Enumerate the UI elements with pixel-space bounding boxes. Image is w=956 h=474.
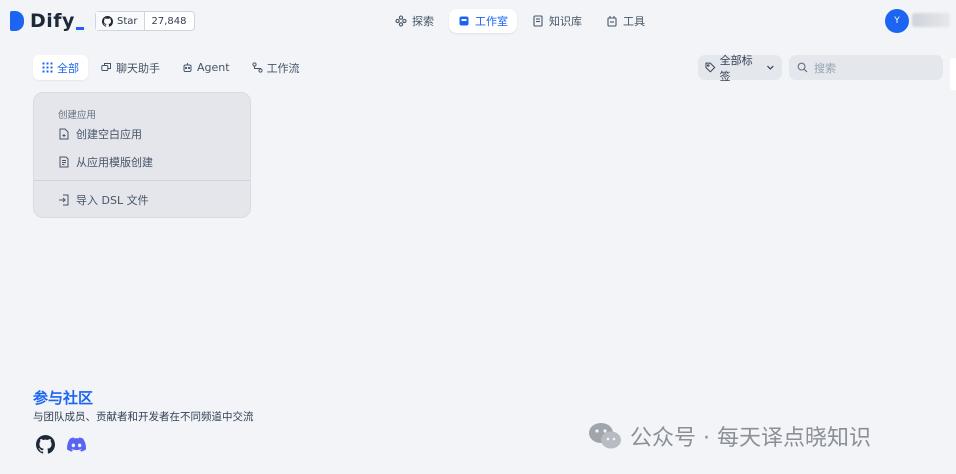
community-description: 与团队成员、贡献者和开发者在不同频道中交流 bbox=[33, 411, 254, 423]
grid-icon bbox=[42, 62, 53, 73]
tag-filter-label: 全部标签 bbox=[719, 53, 753, 83]
knowledge-icon bbox=[532, 15, 544, 27]
create-blank-app-label: 创建空白应用 bbox=[76, 128, 142, 141]
import-dsl-button[interactable]: 导入 DSL 文件 bbox=[58, 190, 149, 210]
create-card-divider bbox=[34, 180, 250, 181]
create-from-template-button[interactable]: 从应用模版创建 bbox=[58, 152, 153, 172]
scrollbar-edge[interactable] bbox=[950, 58, 956, 90]
tab-all[interactable]: 全部 bbox=[33, 55, 88, 80]
import-icon bbox=[59, 194, 69, 206]
search-icon bbox=[797, 62, 808, 73]
nav-explore[interactable]: 探索 bbox=[386, 9, 443, 33]
tab-all-label: 全部 bbox=[57, 61, 79, 75]
create-app-card: 创建应用 创建空白应用 从应用模版创建 导入 DSL 文件 bbox=[33, 92, 251, 218]
nav-studio[interactable]: 工作室 bbox=[449, 9, 517, 33]
tab-workflow-label: 工作流 bbox=[266, 61, 300, 75]
create-blank-app-button[interactable]: 创建空白应用 bbox=[58, 124, 142, 144]
user-name-blurred[interactable] bbox=[912, 13, 950, 27]
wechat-icon bbox=[589, 423, 621, 449]
workflow-icon bbox=[251, 62, 263, 73]
create-app-title: 创建应用 bbox=[58, 110, 97, 121]
tab-chat-assistant[interactable]: 聊天助手 bbox=[92, 55, 169, 80]
search-input[interactable]: 搜索 bbox=[789, 55, 943, 80]
agent-icon bbox=[183, 63, 192, 72]
app-type-tabs: 全部 聊天助手 Agent 工作流 bbox=[33, 55, 309, 80]
chat-assistant-icon bbox=[101, 63, 111, 71]
studio-icon bbox=[458, 15, 470, 27]
watermark-text: 公众号 · 每天译点晓知识 bbox=[630, 426, 871, 451]
nav-tools[interactable]: 工具 bbox=[597, 9, 654, 33]
tab-agent-label: Agent bbox=[197, 61, 230, 74]
top-header: Dify Star 27,848 探索 工作室 知识库 工具 Y bbox=[0, 0, 956, 42]
nav-studio-label: 工作室 bbox=[475, 15, 508, 28]
github-star-count[interactable]: 27,848 bbox=[145, 12, 194, 30]
discord-icon bbox=[66, 436, 86, 452]
tag-icon bbox=[705, 62, 716, 73]
main-nav: 探索 工作室 知识库 工具 bbox=[386, 9, 654, 33]
blank-file-icon bbox=[59, 128, 69, 140]
github-star-label: Star bbox=[117, 15, 138, 27]
nav-knowledge[interactable]: 知识库 bbox=[523, 9, 591, 33]
community-title: 参与社区 bbox=[33, 389, 94, 407]
tab-workflow[interactable]: 工作流 bbox=[243, 55, 309, 80]
app-page: Dify Star 27,848 探索 工作室 知识库 工具 Y 全部 聊天助手… bbox=[0, 0, 956, 474]
tab-agent[interactable]: Agent bbox=[173, 55, 239, 80]
wechat-watermark: 公众号 · 每天译点晓知识 bbox=[588, 420, 871, 452]
search-placeholder: 搜索 bbox=[814, 61, 836, 75]
explore-icon bbox=[395, 15, 407, 27]
import-dsl-label: 导入 DSL 文件 bbox=[76, 194, 149, 207]
nav-tools-label: 工具 bbox=[623, 15, 645, 28]
github-icon bbox=[102, 15, 113, 27]
github-star-button[interactable]: Star bbox=[96, 12, 145, 30]
nav-explore-label: 探索 bbox=[412, 15, 434, 28]
create-from-template-label: 从应用模版创建 bbox=[76, 156, 153, 169]
user-avatar[interactable]: Y bbox=[885, 9, 909, 33]
github-icon bbox=[35, 434, 55, 454]
tab-chat-assistant-label: 聊天助手 bbox=[116, 61, 160, 75]
dify-logo[interactable]: Dify bbox=[10, 10, 84, 32]
logo-cursor bbox=[75, 26, 84, 30]
template-icon bbox=[59, 156, 69, 168]
discord-link[interactable] bbox=[66, 434, 86, 454]
github-link[interactable] bbox=[35, 434, 55, 454]
chevron-down-icon bbox=[767, 65, 774, 70]
logo-mark-icon bbox=[10, 11, 24, 31]
brand-name: Dify bbox=[30, 10, 75, 32]
github-star-widget[interactable]: Star 27,848 bbox=[95, 11, 195, 31]
tag-filter-dropdown[interactable]: 全部标签 bbox=[698, 54, 782, 83]
tools-icon bbox=[606, 15, 618, 27]
nav-knowledge-label: 知识库 bbox=[549, 15, 582, 28]
